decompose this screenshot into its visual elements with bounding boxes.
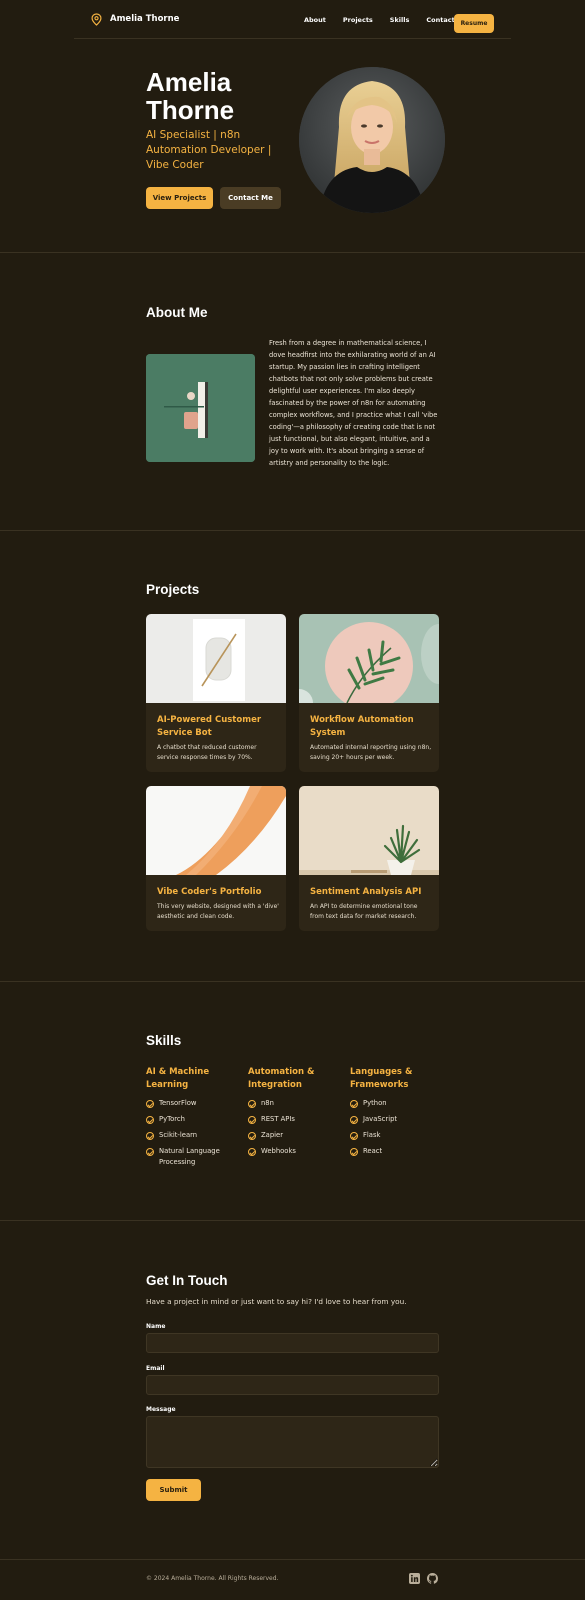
skill-item: Python [350, 1098, 445, 1109]
logo-text: Amelia Thorne [110, 14, 180, 24]
project-card[interactable]: Workflow Automation System Automated int… [299, 614, 439, 772]
contact-title: Get In Touch [146, 1273, 228, 1288]
copyright: © 2024 Amelia Thorne. All Rights Reserve… [146, 1575, 279, 1582]
location-pin-icon [91, 12, 102, 26]
project-image [299, 614, 439, 703]
section-divider [0, 1220, 585, 1221]
project-description: A chatbot that reduced customer service … [157, 744, 257, 761]
check-circle-icon [146, 1147, 154, 1156]
skill-group: AI & Machine Learning TensorFlow PyTorch… [146, 1066, 241, 1173]
nav-about[interactable]: About [304, 16, 326, 24]
project-image [146, 614, 286, 703]
hero-name-line1: Amelia [146, 67, 232, 97]
skill-item: TensorFlow [146, 1098, 241, 1109]
project-title: Workflow Automation System [310, 715, 414, 738]
skill-item: Natural Language Processing [146, 1146, 241, 1168]
project-card[interactable]: AI-Powered Customer Service Bot A chatbo… [146, 614, 286, 772]
hero-name: Amelia Thorne [146, 68, 296, 124]
main-nav: About Projects Skills Contact [304, 0, 472, 39]
skill-group-title: Automation & Integration [248, 1067, 315, 1090]
check-circle-icon [146, 1131, 154, 1140]
project-card[interactable]: Sentiment Analysis API An API to determi… [299, 786, 439, 931]
check-circle-icon [248, 1131, 256, 1140]
about-text: Fresh from a degree in mathematical scie… [269, 339, 438, 467]
view-projects-button[interactable]: View Projects [146, 187, 213, 209]
site-header: Amelia Thorne About Projects Skills Cont… [74, 0, 511, 39]
check-circle-icon [248, 1115, 256, 1124]
skill-item: n8n [248, 1098, 343, 1109]
resume-button[interactable]: Resume [454, 14, 494, 33]
skill-item: PyTorch [146, 1114, 241, 1125]
check-circle-icon [350, 1131, 358, 1140]
project-title: AI-Powered Customer Service Bot [157, 715, 262, 738]
email-input[interactable] [146, 1375, 439, 1395]
project-description: An API to determine emotional tone from … [310, 903, 418, 920]
profile-photo [299, 67, 445, 213]
project-title: Sentiment Analysis API [310, 887, 422, 897]
contact-lead: Have a project in mind or just want to s… [146, 1297, 407, 1306]
project-description: Automated internal reporting using n8n, … [310, 744, 432, 761]
footer-divider [0, 1559, 585, 1560]
message-label: Message [146, 1406, 176, 1413]
github-icon[interactable] [427, 1573, 438, 1584]
section-divider [0, 530, 585, 531]
project-card[interactable]: Vibe Coder's Portfolio This very website… [146, 786, 286, 931]
skill-group: Languages & Frameworks Python JavaScript… [350, 1066, 445, 1162]
logo[interactable]: Amelia Thorne [91, 12, 180, 26]
check-circle-icon [146, 1115, 154, 1124]
check-circle-icon [350, 1147, 358, 1156]
skill-group-title: AI & Machine Learning [146, 1067, 210, 1090]
name-label: Name [146, 1323, 166, 1330]
skill-group: Automation & Integration n8n REST APIs Z… [248, 1066, 343, 1162]
skill-item: React [350, 1146, 445, 1157]
message-textarea[interactable] [146, 1416, 439, 1468]
hero-subtitle: AI Specialist | n8n Automation Developer… [146, 129, 272, 171]
skill-item: Zapier [248, 1130, 343, 1141]
submit-button[interactable]: Submit [146, 1479, 201, 1501]
check-circle-icon [248, 1099, 256, 1108]
section-divider [0, 252, 585, 253]
skill-group-title: Languages & Frameworks [350, 1067, 413, 1090]
check-circle-icon [248, 1147, 256, 1156]
skills-title: Skills [146, 1033, 182, 1048]
project-image [146, 786, 286, 875]
project-image [299, 786, 439, 875]
project-description: This very website, designed with a 'dive… [157, 903, 279, 920]
section-divider [0, 981, 585, 982]
contact-me-button[interactable]: Contact Me [220, 187, 281, 209]
project-title: Vibe Coder's Portfolio [157, 887, 262, 897]
check-circle-icon [350, 1115, 358, 1124]
skill-item: REST APIs [248, 1114, 343, 1125]
email-label: Email [146, 1365, 165, 1372]
linkedin-icon[interactable] [409, 1573, 420, 1584]
skill-item: Webhooks [248, 1146, 343, 1157]
about-image [146, 354, 255, 462]
projects-title: Projects [146, 582, 200, 597]
about-title: About Me [146, 305, 208, 320]
skill-item: Scikit-learn [146, 1130, 241, 1141]
hero-name-line2: Thorne [146, 95, 235, 125]
skill-item: Flask [350, 1130, 445, 1141]
check-circle-icon [350, 1099, 358, 1108]
name-input[interactable] [146, 1333, 439, 1353]
nav-projects[interactable]: Projects [343, 16, 373, 24]
check-circle-icon [146, 1099, 154, 1108]
skill-item: JavaScript [350, 1114, 445, 1125]
nav-contact[interactable]: Contact [426, 16, 454, 24]
nav-skills[interactable]: Skills [390, 16, 410, 24]
